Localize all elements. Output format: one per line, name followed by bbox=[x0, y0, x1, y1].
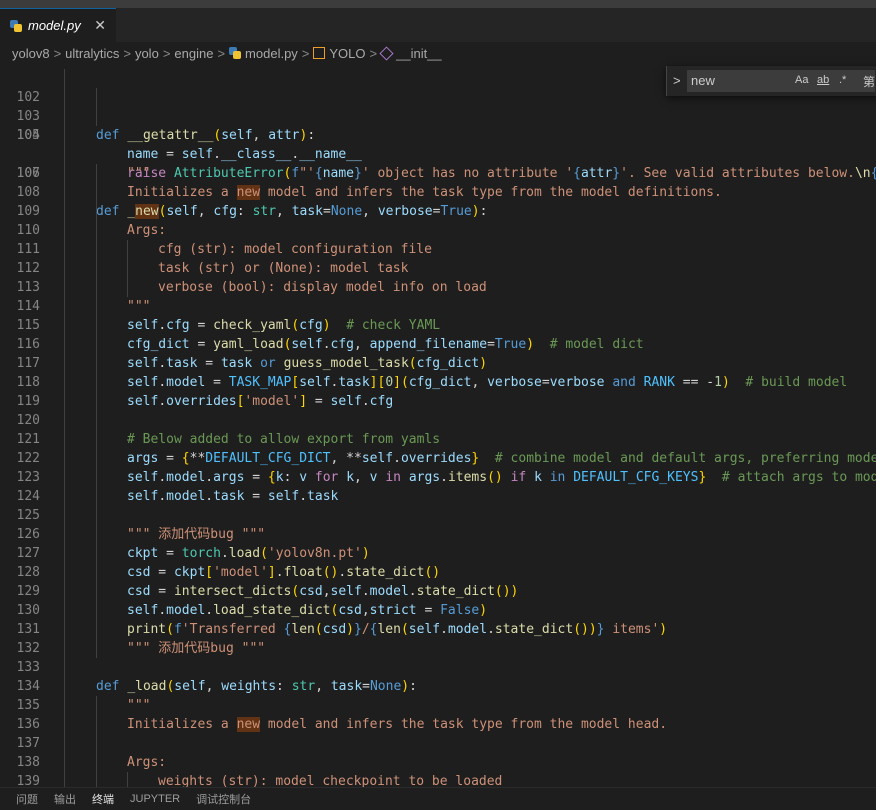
line-number: 110 bbox=[16, 223, 40, 238]
line-number: 129 bbox=[16, 584, 40, 599]
chevron-right-icon: > bbox=[123, 45, 131, 61]
match-count: 第 bbox=[863, 75, 876, 89]
close-icon[interactable]: ✕ bbox=[94, 17, 106, 34]
line-number: 109 bbox=[16, 204, 40, 219]
code-line: 106 def _new(self, cfg: str, task=None, … bbox=[0, 145, 876, 219]
line-number: 115 bbox=[16, 318, 40, 333]
class-icon bbox=[313, 47, 326, 59]
tab-terminal[interactable]: 终端 bbox=[92, 791, 114, 807]
line-number: 121 bbox=[16, 432, 40, 447]
line-number: 116 bbox=[16, 337, 40, 352]
breadcrumb-item-yolov8[interactable]: yolov8 bbox=[12, 46, 50, 61]
breadcrumb-item-init[interactable]: __init__ bbox=[396, 46, 442, 61]
line-number: 133 bbox=[16, 660, 40, 675]
line-number: 123 bbox=[16, 470, 40, 485]
tab-bar: model.py ✕ bbox=[0, 8, 876, 42]
line-number: 113 bbox=[16, 280, 40, 295]
line-number: 124 bbox=[16, 489, 40, 504]
find-input[interactable]: new bbox=[687, 70, 875, 92]
tab-problems[interactable]: 问题 bbox=[16, 791, 38, 807]
breadcrumb-item-engine[interactable]: engine bbox=[174, 46, 213, 61]
line-number: 120 bbox=[16, 413, 40, 428]
line-number: 114 bbox=[16, 299, 40, 314]
line-number: 128 bbox=[16, 565, 40, 580]
chevron-right-icon[interactable]: > bbox=[673, 73, 681, 88]
method-icon bbox=[379, 45, 394, 61]
chevron-right-icon: > bbox=[162, 45, 171, 61]
tab-debug-console[interactable]: 调试控制台 bbox=[196, 791, 251, 807]
panel-tab-bar: 问题 输出 终端 JUPYTER 调试控制台 bbox=[0, 787, 876, 810]
line-number: 132 bbox=[16, 641, 40, 656]
line-number: 112 bbox=[16, 261, 40, 276]
line-number: 125 bbox=[16, 508, 40, 523]
tab-jupyter[interactable]: JUPYTER bbox=[130, 793, 180, 805]
line-number: 135 bbox=[16, 698, 40, 713]
python-file-icon bbox=[10, 19, 22, 32]
chevron-right-icon: > bbox=[53, 45, 62, 61]
line-number: 117 bbox=[16, 356, 40, 371]
breadcrumb-item-yolo[interactable]: yolo bbox=[135, 46, 159, 61]
line-number: 139 bbox=[16, 774, 40, 787]
line-number: 134 bbox=[16, 679, 40, 694]
breadcrumb: yolov8 > ultralytics > yolo > engine > m… bbox=[0, 42, 876, 64]
tab-output[interactable]: 输出 bbox=[54, 791, 76, 807]
regex-button[interactable]: .* bbox=[839, 74, 846, 86]
line-number: 119 bbox=[16, 394, 40, 409]
line-number: 136 bbox=[16, 717, 40, 732]
line-number: 127 bbox=[16, 546, 40, 561]
tab-model-py[interactable]: model.py ✕ bbox=[0, 8, 116, 42]
find-widget: > new Aa ab .* 第 bbox=[666, 66, 876, 96]
line-number: 111 bbox=[16, 242, 40, 257]
title-strip bbox=[0, 0, 876, 8]
code-line: 104 raise AttributeError(f"'{name}' obje… bbox=[0, 107, 876, 181]
line-number: 118 bbox=[16, 375, 40, 390]
line-number: 107 bbox=[16, 166, 40, 181]
breadcrumb-item-ultralytics[interactable]: ultralytics bbox=[65, 46, 119, 61]
line-number: 138 bbox=[16, 755, 40, 770]
tab-label: model.py bbox=[28, 18, 81, 33]
breadcrumb-item-model-py[interactable]: model.py bbox=[245, 46, 298, 61]
line-number: 131 bbox=[16, 622, 40, 637]
line-number: 126 bbox=[16, 527, 40, 542]
line-number: 108 bbox=[16, 185, 40, 200]
line-number: 105 bbox=[16, 128, 40, 143]
whole-word-button[interactable]: ab bbox=[817, 74, 829, 86]
chevron-right-icon: > bbox=[217, 45, 226, 61]
line-number: 130 bbox=[16, 603, 40, 618]
python-file-icon bbox=[229, 47, 242, 59]
line-number: 122 bbox=[16, 451, 40, 466]
code-editor[interactable]: 102 def __getattr__(self, attr): 103 nam… bbox=[0, 67, 876, 787]
match-case-button[interactable]: Aa bbox=[795, 74, 808, 86]
chevron-right-icon: > bbox=[369, 45, 378, 61]
line-number: 137 bbox=[16, 736, 40, 751]
breadcrumb-item-yolo-class[interactable]: YOLO bbox=[329, 46, 365, 61]
chevron-right-icon: > bbox=[301, 45, 310, 61]
